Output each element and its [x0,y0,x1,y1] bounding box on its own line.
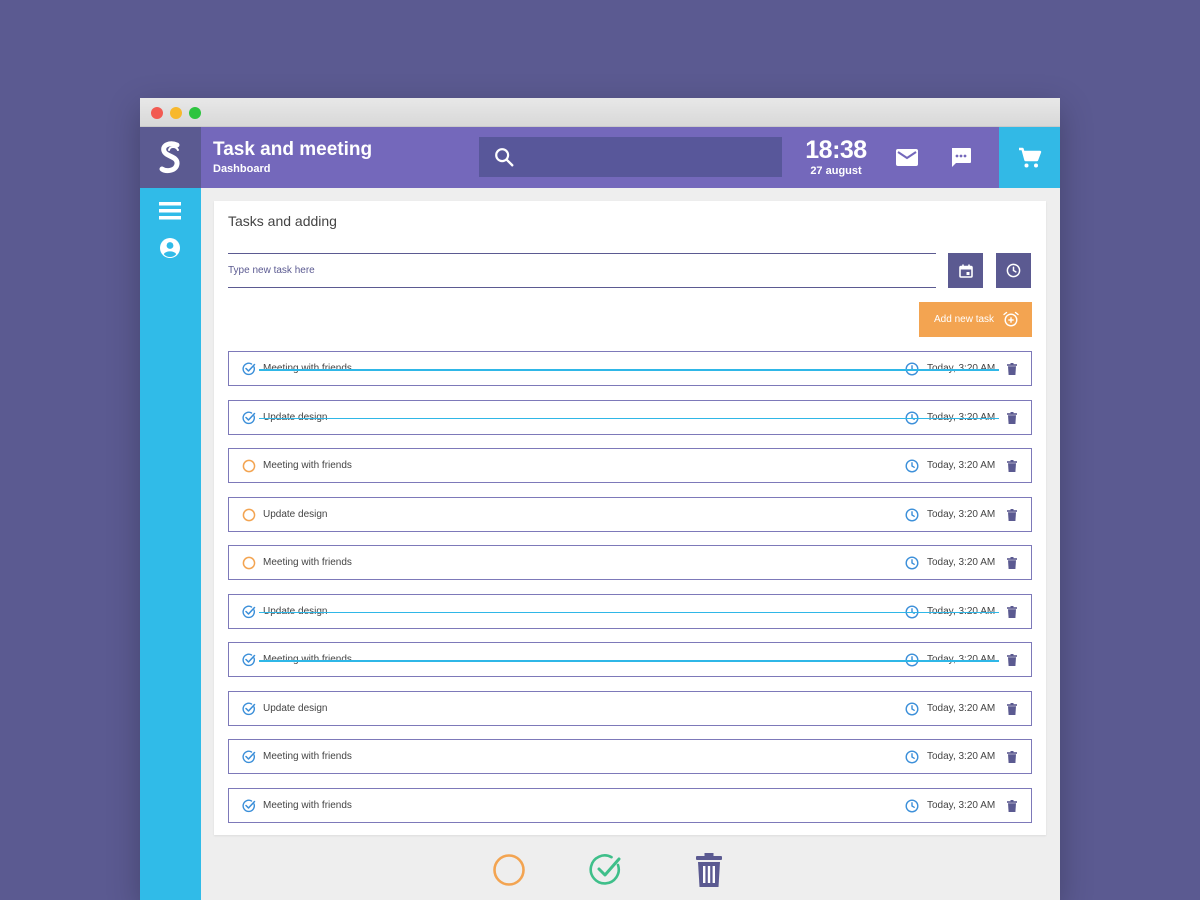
task-label: Meeting with friends [263,799,352,811]
trash-icon[interactable] [1005,604,1019,620]
account-icon[interactable] [159,237,181,259]
task-row[interactable]: Meeting with friends Today, 3:20 AM [228,545,1032,580]
check-circle-icon[interactable] [241,701,257,717]
check-circle-icon[interactable] [241,652,257,668]
new-task-input[interactable] [228,254,936,287]
search-icon[interactable] [493,146,515,168]
task-time: Today, 3:20 AM [927,508,996,520]
task-row[interactable]: Meeting with friends Today, 3:20 AM [228,448,1032,483]
clock-icon [905,556,919,575]
task-time: Today, 3:20 AM [927,557,996,568]
pending-circle-icon[interactable] [241,458,257,474]
task-row[interactable]: Update design Today, 3:20 AM [228,496,1032,532]
check-circle-icon[interactable] [241,749,257,765]
strikethrough-line [259,369,999,371]
date-picker-button[interactable] [948,253,983,288]
clock-icon [905,798,919,818]
task-row[interactable]: Meeting with friendsToday, 3:20 AM [228,642,1032,677]
task-label: Update design [263,508,328,520]
clock-icon [905,362,919,381]
clock-time: 18:38 [805,136,867,164]
app-logo[interactable] [140,127,201,188]
trash-icon[interactable] [1005,749,1019,765]
menu-icon[interactable] [159,201,181,221]
tasks-card: Tasks and adding Add new task [214,201,1046,835]
chat-button[interactable] [948,145,974,171]
strikethrough-line [259,660,999,662]
clock-date: 27 august [810,165,862,177]
check-circle-icon[interactable] [241,410,257,426]
clock-icon [905,410,919,430]
s-logo-icon [159,140,179,173]
clock-icon [905,604,919,624]
trash-icon[interactable] [1005,458,1019,474]
time-picker-button[interactable] [996,253,1031,288]
app-window: Task and meeting Dashboard 18:38 27 augu… [140,98,1060,900]
check-circle-icon[interactable] [241,361,257,377]
calendar-icon [958,264,973,278]
app-subtitle: Dashboard [213,163,271,175]
trash-icon[interactable] [1005,555,1019,571]
close-window-button[interactable] [151,107,163,119]
check-circle-icon[interactable] [241,798,257,814]
task-time: Today, 3:20 AM [927,751,996,762]
task-time: Today, 3:20 AM [927,799,996,811]
minimize-window-button[interactable] [170,107,182,119]
clock-icon [905,750,919,769]
strikethrough-line [259,611,999,613]
trash-icon[interactable] [1005,701,1019,717]
task-row[interactable]: Update design Today, 3:20 AM [228,690,1032,726]
task-label: Meeting with friends [263,557,352,568]
add-new-task-button[interactable]: Add new task [919,302,1032,337]
top-header: Task and meeting Dashboard 18:38 27 augu… [201,127,999,188]
cart-icon [1018,147,1041,167]
task-time: Today, 3:20 AM [927,702,996,714]
task-row[interactable]: Update designToday, 3:20 AM [228,593,1032,629]
trash-icon[interactable] [1005,361,1019,377]
task-label: Update design [263,702,328,714]
chat-icon [952,148,971,167]
window-titlebar [140,98,1060,127]
app-title: Task and meeting [213,139,373,160]
task-label: Meeting with friends [263,751,352,762]
card-title: Tasks and adding [228,213,337,229]
clock-icon [905,653,919,672]
maximize-window-button[interactable] [189,107,201,119]
new-task-field-wrapper [228,253,936,288]
search-input[interactable] [479,137,782,177]
pending-circle-icon[interactable] [241,555,257,571]
clock-icon [905,507,919,527]
task-label: Meeting with friends [263,460,352,471]
clock-icon [905,701,919,721]
bottom-filter-bar [492,853,732,893]
strikethrough-line [259,417,999,419]
trash-icon[interactable] [1005,410,1019,426]
task-row[interactable]: Meeting with friends Today, 3:20 AM [228,739,1032,774]
completed-filter-icon[interactable] [589,853,623,887]
task-row[interactable]: Meeting with friends Today, 3:20 AM [228,787,1032,823]
clock-icon [905,459,919,478]
sidebar [140,188,201,900]
task-time: Today, 3:20 AM [927,460,996,471]
trash-icon[interactable] [1005,652,1019,668]
delete-filter-icon[interactable] [695,853,723,887]
cart-button[interactable] [999,127,1060,188]
add-new-task-label: Add new task [934,314,995,325]
task-row[interactable]: Update designToday, 3:20 AM [228,399,1032,435]
trash-icon[interactable] [1005,798,1019,814]
pending-circle-icon[interactable] [241,507,257,523]
mail-button[interactable] [894,145,920,169]
mail-icon [896,148,918,166]
trash-icon[interactable] [1005,507,1019,523]
alarm-add-icon [1003,311,1019,327]
clock-icon [1006,263,1021,278]
task-row[interactable]: Meeting with friendsToday, 3:20 AM [228,351,1032,386]
pending-filter-icon[interactable] [492,853,526,887]
check-circle-icon[interactable] [241,604,257,620]
